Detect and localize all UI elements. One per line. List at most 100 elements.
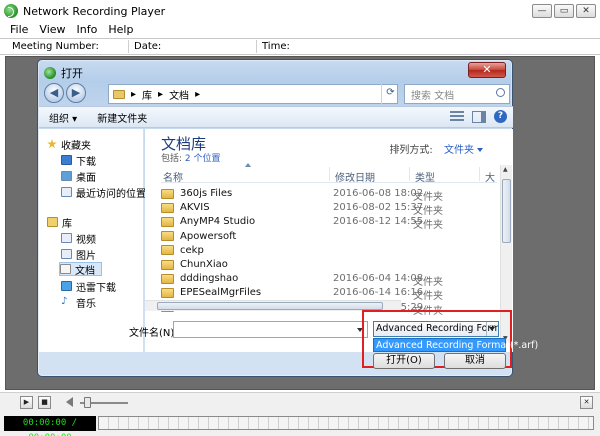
arrange-dropdown[interactable]: 文件夹: [444, 145, 474, 156]
search-icon: [496, 88, 505, 97]
scroll-up-arrow-icon[interactable]: ▲: [503, 166, 508, 173]
seek-slider[interactable]: [98, 416, 594, 430]
nav-libraries-label: 库: [62, 218, 72, 230]
nav-documents[interactable]: 文档: [59, 262, 102, 277]
volume-slider-knob[interactable]: [84, 397, 91, 408]
nav-music[interactable]: ♪ 音乐: [61, 295, 96, 310]
column-divider[interactable]: [479, 167, 480, 181]
nav-videos[interactable]: 视频: [61, 231, 96, 246]
folder-icon: [161, 245, 174, 256]
dialog-close-button[interactable]: ✕: [468, 62, 506, 78]
preview-pane-icon[interactable]: [472, 110, 486, 123]
column-divider[interactable]: [409, 167, 410, 181]
refresh-icon[interactable]: ⟳: [381, 84, 399, 104]
videos-icon: [61, 233, 72, 243]
menu-view[interactable]: View: [39, 23, 65, 36]
file-row[interactable]: dddingshao 2016-06-04 14:08 文件夹: [161, 273, 497, 288]
nav-desktop-label: 桌面: [76, 172, 96, 184]
breadcrumb-documents[interactable]: 文档: [169, 87, 189, 102]
search-input[interactable]: 搜索 文档: [404, 84, 510, 104]
search-placeholder: 搜索 文档: [411, 90, 455, 102]
help-icon[interactable]: ?: [494, 110, 507, 123]
back-button[interactable]: ◀: [44, 83, 64, 103]
nav-downloads-label: 下载: [76, 156, 96, 168]
vertical-scroll-thumb[interactable]: [502, 179, 511, 243]
nav-thunder-label: 迅雷下载: [76, 282, 116, 294]
file-row[interactable]: AnyMP4 Studio 2016-08-12 14:55 文件夹: [161, 216, 497, 231]
organize-button[interactable]: 组织 ▾: [39, 110, 87, 125]
window-controls: — ▭ ✕: [532, 4, 596, 18]
file-modified-date: 2016-06-04 14:08: [333, 273, 424, 285]
dialog-titlebar: 打开: [44, 65, 83, 81]
address-row: ◀ ▶ ▸ 库 ▸ 文档 ▸ ⟳ 搜索 文档: [42, 82, 510, 107]
nav-thunder-downloads[interactable]: 迅雷下载: [61, 279, 116, 294]
volume-icon[interactable]: [66, 397, 73, 407]
file-row[interactable]: cekp: [161, 245, 497, 259]
menu-info[interactable]: Info: [77, 23, 98, 36]
nav-libraries[interactable]: 库: [47, 215, 72, 230]
folder-icon: [161, 231, 174, 242]
file-type-filter-select[interactable]: Advanced Recording Format(: [373, 321, 499, 337]
menu-help[interactable]: Help: [108, 23, 133, 36]
file-name-text: cekp: [180, 244, 204, 256]
date-label: Date:: [134, 41, 162, 52]
favorites-star-icon: [47, 139, 57, 149]
nav-pictures-label: 图片: [76, 250, 96, 262]
file-row[interactable]: Apowersoft: [161, 231, 497, 245]
infobar-divider: [128, 40, 129, 53]
stop-button[interactable]: ■: [38, 396, 51, 409]
forward-button[interactable]: ▶: [66, 83, 86, 103]
file-name-text: 360js Files: [180, 188, 233, 199]
nav-pictures[interactable]: 图片: [61, 247, 96, 262]
address-bar[interactable]: ▸ 库 ▸ 文档 ▸: [108, 84, 398, 104]
cancel-button[interactable]: 取消: [444, 353, 506, 369]
nav-recent[interactable]: 最近访问的位置: [61, 185, 146, 200]
column-type[interactable]: 类型: [415, 169, 435, 184]
includes-locations-link[interactable]: 2 个位置: [185, 154, 221, 164]
open-button[interactable]: 打开(O): [373, 353, 435, 369]
file-modified-date: 2016-08-12 14:55: [333, 216, 424, 228]
filter-option-arf[interactable]: Advanced Recording Format(*.arf): [373, 338, 538, 352]
file-name-text: EPESealMgrFiles: [180, 287, 262, 299]
file-name-text: AKVIS: [180, 202, 210, 214]
file-name-text: Apowersoft: [180, 230, 237, 242]
nav-favorites[interactable]: 收藏夹: [47, 137, 91, 152]
nav-downloads[interactable]: 下载: [61, 153, 96, 168]
music-note-icon: ♪: [61, 297, 72, 307]
column-size[interactable]: 大: [485, 169, 495, 184]
breadcrumb-separator: ▸: [131, 88, 137, 100]
breadcrumb-library[interactable]: 库: [142, 87, 152, 102]
filename-input[interactable]: [173, 321, 368, 338]
close-window-button[interactable]: ✕: [576, 4, 596, 18]
file-name: dddingshao: [161, 273, 238, 284]
menubar: File View Info Help: [0, 22, 600, 37]
chevron-down-icon[interactable]: [486, 322, 498, 336]
file-type: 文件夹: [413, 206, 443, 218]
horizontal-scroll-thumb[interactable]: [157, 302, 383, 310]
file-row[interactable]: 360js Files 2016-06-08 18:02 文件夹: [161, 188, 497, 203]
menu-file[interactable]: File: [10, 23, 28, 36]
includes-prefix: 包括:: [161, 154, 183, 164]
folder-icon: [161, 259, 174, 270]
file-modified-date: 2016-06-14 16:16: [333, 287, 424, 299]
nav-documents-label: 文档: [75, 265, 95, 277]
file-row[interactable]: AKVIS 2016-08-02 15:37 文件夹: [161, 202, 497, 218]
nav-desktop[interactable]: 桌面: [61, 169, 96, 184]
column-name[interactable]: 名称: [163, 169, 183, 184]
fullscreen-close-button[interactable]: ✕: [580, 396, 593, 409]
library-folder-icon: [113, 89, 125, 99]
change-view-icon[interactable]: [450, 110, 464, 123]
file-name: Apowersoft: [161, 231, 236, 242]
playback-timer: 00:00:00 / 00:00:00: [4, 416, 96, 436]
play-button[interactable]: ▶: [20, 396, 33, 409]
nav-favorites-label: 收藏夹: [61, 140, 91, 152]
minimize-button[interactable]: —: [532, 4, 552, 18]
column-modified[interactable]: 修改日期: [335, 169, 375, 184]
file-row[interactable]: ChunXiao: [161, 259, 497, 273]
new-folder-button[interactable]: 新建文件夹: [87, 110, 157, 125]
file-name: ChunXiao: [161, 259, 228, 270]
column-divider[interactable]: [329, 167, 330, 181]
maximize-button[interactable]: ▭: [554, 4, 574, 18]
file-name: cekp: [161, 245, 204, 256]
nav-recent-label: 最近访问的位置: [76, 188, 146, 200]
